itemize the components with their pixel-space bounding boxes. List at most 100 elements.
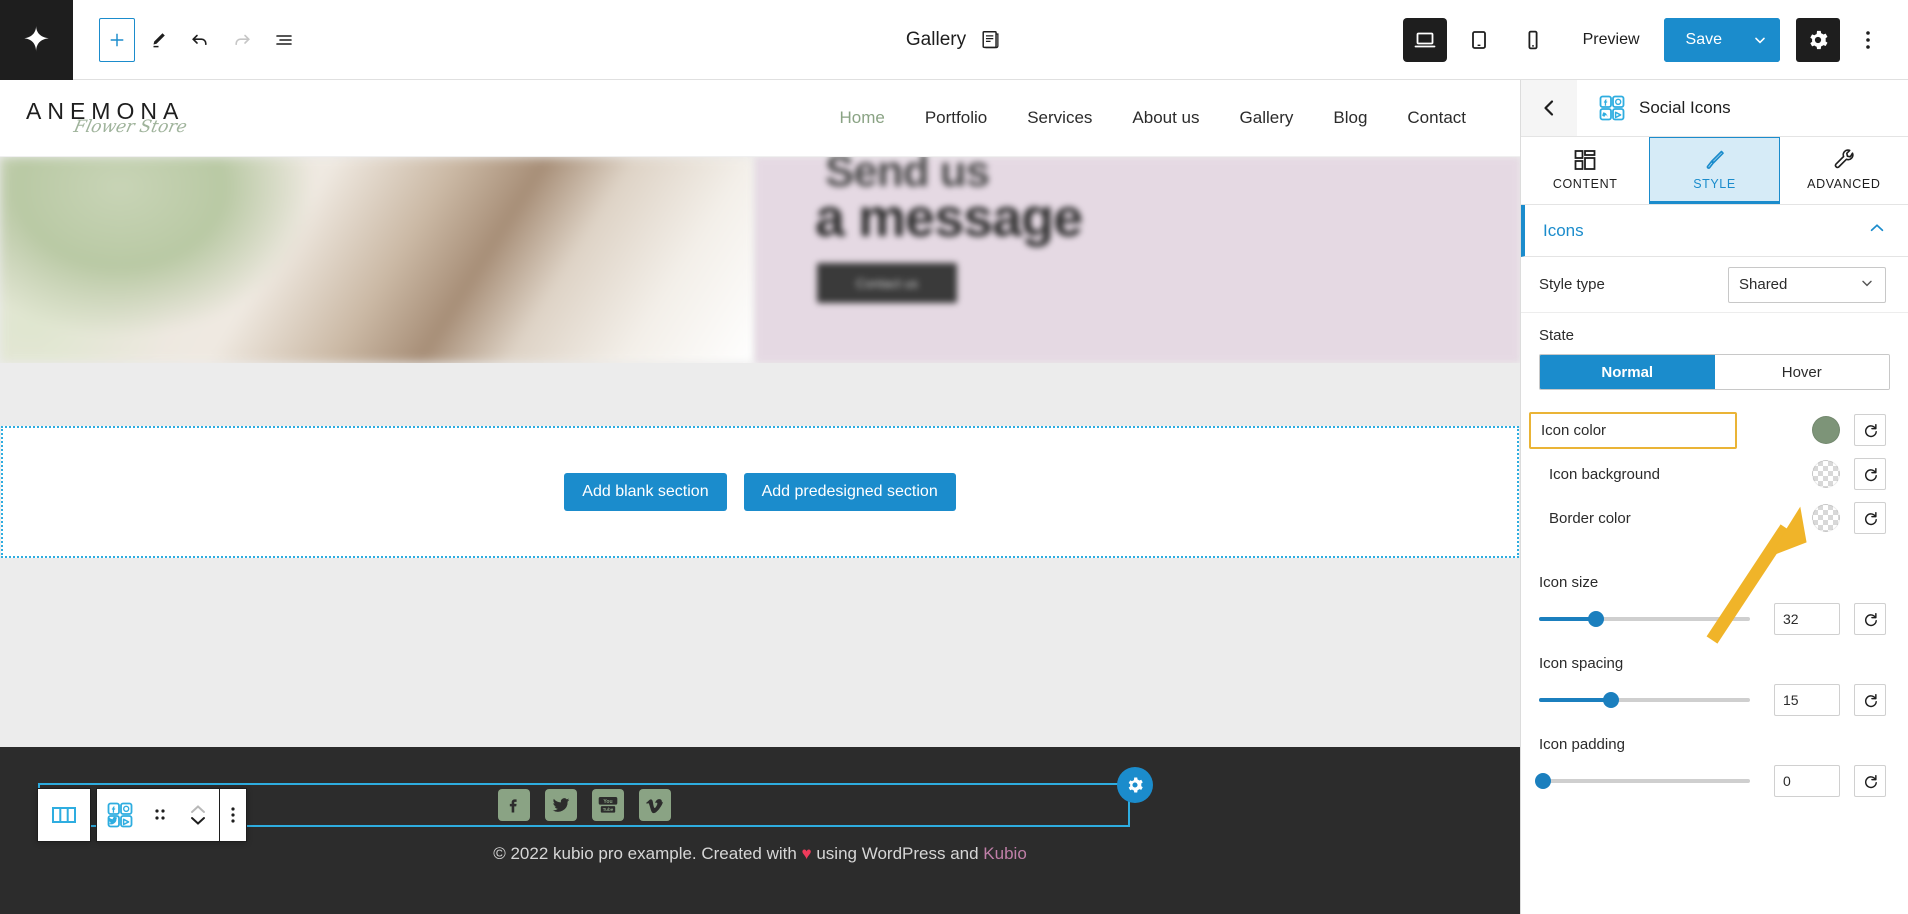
hero-cta-button[interactable]: Contact us xyxy=(817,263,957,303)
desktop-icon xyxy=(1414,32,1436,47)
kebab-menu-icon xyxy=(231,807,235,823)
icon-size-label: Icon size xyxy=(1539,574,1599,591)
tab-style[interactable]: STYLE xyxy=(1649,137,1780,204)
panel-header: Social Icons xyxy=(1521,80,1908,137)
save-dropdown-button[interactable] xyxy=(1740,17,1780,62)
border-color-swatch[interactable] xyxy=(1812,504,1840,532)
add-section-dropzone: Add blank section Add predesigned sectio… xyxy=(1,426,1519,558)
nav-item-home[interactable]: Home xyxy=(839,108,884,128)
icon-background-reset-button[interactable] xyxy=(1854,458,1886,490)
redo-button[interactable] xyxy=(223,21,261,59)
drag-handle[interactable] xyxy=(143,789,177,841)
select-parent-block-button[interactable] xyxy=(37,788,91,842)
tab-advanced[interactable]: ADVANCED xyxy=(1779,137,1908,204)
facebook-icon xyxy=(509,799,517,813)
page-document-icon[interactable] xyxy=(980,29,1002,51)
kubio-logo-button[interactable] xyxy=(0,0,73,80)
undo-arrow-icon xyxy=(192,34,207,45)
icon-padding-input[interactable] xyxy=(1774,765,1840,797)
border-color-row: Border color xyxy=(1521,496,1908,540)
icon-background-row: Icon background xyxy=(1521,452,1908,496)
tab-content[interactable]: CONTENT xyxy=(1521,137,1650,204)
device-tablet-button[interactable] xyxy=(1457,18,1501,62)
icon-padding-label: Icon padding xyxy=(1539,736,1625,753)
icons-section-header[interactable]: Icons xyxy=(1521,205,1908,257)
columns-block-icon xyxy=(52,807,76,823)
social-link-vimeo[interactable] xyxy=(638,789,671,821)
chevron-up-icon xyxy=(1868,219,1886,242)
kubio-link[interactable]: Kubio xyxy=(983,844,1026,863)
icon-padding-reset-button[interactable] xyxy=(1854,765,1886,797)
add-block-button[interactable] xyxy=(99,17,135,62)
icon-size-reset-button[interactable] xyxy=(1854,603,1886,635)
editor-topbar: Gallery Preview Save xyxy=(0,0,1908,80)
icon-background-swatch[interactable] xyxy=(1812,460,1840,488)
tab-content-label: CONTENT xyxy=(1552,176,1618,191)
icon-spacing-slider[interactable] xyxy=(1539,692,1750,708)
icon-color-reset-button[interactable] xyxy=(1854,414,1886,446)
editor-body: ANEMONA Flower Store Home Portfolio Serv… xyxy=(0,80,1908,914)
wrench-icon xyxy=(1834,148,1854,168)
twitter-icon xyxy=(552,798,569,812)
social-link-facebook[interactable] xyxy=(497,789,530,821)
editor-settings-button[interactable] xyxy=(1796,17,1840,62)
nav-item-contact[interactable]: Contact xyxy=(1407,108,1466,128)
icon-size-slider[interactable] xyxy=(1539,611,1750,627)
block-options-button[interactable] xyxy=(220,789,246,841)
nav-item-portfolio[interactable]: Portfolio xyxy=(925,108,987,128)
device-mobile-button[interactable] xyxy=(1511,18,1555,62)
icon-background-label: Icon background xyxy=(1549,465,1660,483)
social-icons-block-icon xyxy=(1599,95,1625,121)
save-button[interactable]: Save xyxy=(1663,17,1740,62)
chevron-down-icon xyxy=(1755,37,1765,44)
reset-icon xyxy=(1864,511,1877,525)
site-header: ANEMONA Flower Store Home Portfolio Serv… xyxy=(0,80,1520,157)
social-link-twitter[interactable] xyxy=(544,789,577,821)
edit-mode-button[interactable] xyxy=(139,21,177,59)
icon-color-swatch[interactable] xyxy=(1812,416,1840,444)
more-options-button[interactable] xyxy=(1850,18,1886,62)
border-color-label: Border color xyxy=(1549,509,1631,527)
list-view-button[interactable] xyxy=(265,21,303,59)
hero-section[interactable]: Send us a message Contact us xyxy=(0,157,1520,363)
page-title: Gallery xyxy=(905,29,967,50)
social-link-youtube[interactable]: You Tube xyxy=(591,789,624,821)
state-hover-button[interactable]: Hover xyxy=(1714,355,1889,389)
move-block-buttons[interactable] xyxy=(177,789,219,841)
site-brand[interactable]: ANEMONA Flower Store xyxy=(26,100,189,138)
state-normal-button[interactable]: Normal xyxy=(1540,355,1715,389)
reset-icon xyxy=(1864,693,1877,707)
block-type-button[interactable] xyxy=(97,789,143,841)
icon-padding-slider[interactable] xyxy=(1535,773,1750,789)
icons-section-body: Style type Shared State Normal Hover Ico… xyxy=(1521,257,1908,914)
redo-arrow-icon xyxy=(235,34,250,45)
hero-copy: Send us a message Contact us xyxy=(755,157,1520,363)
icon-size-input[interactable] xyxy=(1774,603,1840,635)
nav-item-blog[interactable]: Blog xyxy=(1333,108,1367,128)
layout-grid-icon xyxy=(1574,149,1596,170)
device-desktop-button[interactable] xyxy=(1402,17,1447,62)
border-color-reset-button[interactable] xyxy=(1854,502,1886,534)
add-predesigned-section-button[interactable]: Add predesigned section xyxy=(743,473,956,511)
icon-spacing-reset-button[interactable] xyxy=(1854,684,1886,716)
editor-canvas[interactable]: ANEMONA Flower Store Home Portfolio Serv… xyxy=(0,80,1520,914)
reset-icon xyxy=(1864,612,1877,626)
block-toolbar-group xyxy=(96,788,247,842)
undo-button[interactable] xyxy=(181,21,219,59)
drag-handle-icon xyxy=(155,809,165,820)
hero-image xyxy=(0,157,755,363)
nav-item-services[interactable]: Services xyxy=(1027,108,1092,128)
add-blank-section-button[interactable]: Add blank section xyxy=(564,473,727,511)
preview-button[interactable]: Preview xyxy=(1583,31,1640,49)
panel-tabs: CONTENT STYLE ADVANCED xyxy=(1521,137,1908,205)
icon-spacing-input[interactable] xyxy=(1774,684,1840,716)
style-type-value: Shared xyxy=(1739,276,1788,293)
style-type-select[interactable]: Shared xyxy=(1728,266,1886,303)
reset-icon xyxy=(1864,423,1877,437)
pencil-icon xyxy=(153,32,165,47)
nav-item-about-us[interactable]: About us xyxy=(1132,108,1199,128)
block-settings-fab[interactable] xyxy=(1117,767,1153,803)
nav-item-gallery[interactable]: Gallery xyxy=(1240,108,1294,128)
panel-back-button[interactable] xyxy=(1521,80,1577,136)
copyright-prefix: © 2022 kubio pro example. Created with xyxy=(493,844,802,863)
